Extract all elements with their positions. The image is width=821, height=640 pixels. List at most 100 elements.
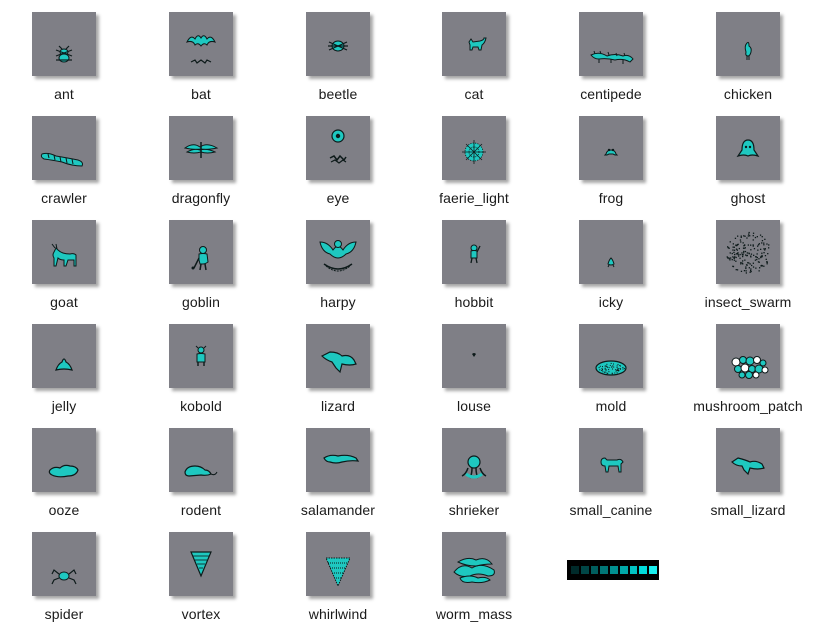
sprite-tile[interactable]: kobold bbox=[137, 312, 273, 416]
kobold-icon bbox=[169, 324, 233, 388]
sprite-label: chicken bbox=[723, 86, 773, 102]
sprite-label: ooze bbox=[48, 502, 80, 518]
sprite-tile[interactable]: ant bbox=[0, 0, 136, 104]
whirlwind-icon bbox=[306, 532, 370, 596]
sprite-tile[interactable]: goblin bbox=[137, 208, 273, 312]
sprite-label: icky bbox=[598, 294, 624, 310]
sprite-label: cat bbox=[464, 86, 484, 102]
sprite-tile[interactable]: ooze bbox=[0, 416, 136, 520]
sprite-tile[interactable]: chicken bbox=[684, 0, 820, 104]
sprite-tile[interactable]: small_lizard bbox=[684, 416, 820, 520]
sprite-tile[interactable]: small_canine bbox=[547, 416, 683, 520]
sprite-label: beetle bbox=[318, 86, 358, 102]
sprite-label: jelly bbox=[51, 398, 77, 414]
eye-icon bbox=[306, 116, 370, 180]
sprite-label: whirlwind bbox=[308, 606, 368, 622]
palette-swatch bbox=[629, 566, 638, 574]
small-lizard-icon bbox=[716, 428, 780, 492]
sprite-label: spider bbox=[44, 606, 84, 622]
sprite-tile[interactable]: faerie_light bbox=[410, 104, 546, 208]
sprite-label: harpy bbox=[320, 294, 356, 310]
sprite-tile[interactable]: cat bbox=[410, 0, 546, 104]
chicken-icon bbox=[716, 12, 780, 76]
sprite-tile[interactable]: centipede bbox=[547, 0, 683, 104]
sprite-tile[interactable]: insect_swarm bbox=[684, 208, 820, 312]
insect-swarm-icon bbox=[716, 220, 780, 284]
sprite-tile[interactable]: salamander bbox=[274, 416, 410, 520]
sprite-label: salamander bbox=[300, 502, 376, 518]
cat-icon bbox=[442, 12, 506, 76]
sprite-label: bat bbox=[191, 86, 211, 102]
sprite-tile[interactable]: frog bbox=[547, 104, 683, 208]
sprite-tile[interactable]: rodent bbox=[137, 416, 273, 520]
sprite-label: ghost bbox=[730, 190, 766, 206]
sprite-label: frog bbox=[598, 190, 624, 206]
palette-swatch bbox=[619, 566, 628, 574]
sprite-label: louse bbox=[457, 398, 491, 414]
centipede-icon bbox=[579, 12, 643, 76]
sprite-label: insect_swarm bbox=[704, 294, 792, 310]
goblin-icon bbox=[169, 220, 233, 284]
sprite-tile[interactable]: crawler bbox=[0, 104, 136, 208]
sprite-tile[interactable]: worm_mass bbox=[410, 520, 546, 624]
dragonfly-icon bbox=[169, 116, 233, 180]
sprite-tile[interactable]: whirlwind bbox=[274, 520, 410, 624]
goat-icon bbox=[32, 220, 96, 284]
sprite-tile[interactable]: jelly bbox=[0, 312, 136, 416]
sprite-label: small_canine bbox=[569, 502, 653, 518]
palette-strip bbox=[567, 560, 659, 580]
small-canine-icon bbox=[579, 428, 643, 492]
ant-icon bbox=[32, 12, 96, 76]
sprite-tile[interactable]: icky bbox=[547, 208, 683, 312]
sprite-tile[interactable]: dragonfly bbox=[137, 104, 273, 208]
worm-mass-icon bbox=[442, 532, 506, 596]
sprite-tile[interactable]: hobbit bbox=[410, 208, 546, 312]
vortex-icon bbox=[169, 532, 233, 596]
palette-swatch bbox=[639, 566, 648, 574]
sprite-label: worm_mass bbox=[435, 606, 513, 622]
sprite-tile[interactable]: louse bbox=[410, 312, 546, 416]
sprite-tile[interactable]: vortex bbox=[137, 520, 273, 624]
sprite-tile[interactable]: mushroom_patch bbox=[684, 312, 820, 416]
sprite-label: hobbit bbox=[454, 294, 494, 310]
sprite-label: mold bbox=[595, 398, 627, 414]
sprite-label: lizard bbox=[320, 398, 356, 414]
frog-icon bbox=[579, 116, 643, 180]
sprite-label: small_lizard bbox=[710, 502, 786, 518]
sprite-tile[interactable]: goat bbox=[0, 208, 136, 312]
sprite-label: goblin bbox=[182, 294, 220, 310]
sprite-tile[interactable]: eye bbox=[274, 104, 410, 208]
faerie-light-icon bbox=[442, 116, 506, 180]
sprite-label: rodent bbox=[180, 502, 222, 518]
sprite-label: shrieker bbox=[448, 502, 500, 518]
spider-icon bbox=[32, 532, 96, 596]
sprite-label: ant bbox=[54, 86, 74, 102]
sprite-tile[interactable]: beetle bbox=[274, 0, 410, 104]
sprite-tile[interactable]: bat bbox=[137, 0, 273, 104]
palette-swatch bbox=[580, 566, 589, 574]
icky-icon bbox=[579, 220, 643, 284]
sprite-label: mushroom_patch bbox=[693, 398, 803, 414]
palette-swatch bbox=[649, 566, 658, 574]
sprite-label: centipede bbox=[580, 86, 642, 102]
sprite-label: kobold bbox=[180, 398, 222, 414]
sprite-tile[interactable]: ghost bbox=[684, 104, 820, 208]
sprite-label: eye bbox=[326, 190, 350, 206]
crawler-icon bbox=[32, 116, 96, 180]
mushroom-patch-icon bbox=[716, 324, 780, 388]
shrieker-icon bbox=[442, 428, 506, 492]
beetle-icon bbox=[306, 12, 370, 76]
sprite-tile[interactable]: spider bbox=[0, 520, 136, 624]
sprite-label: goat bbox=[50, 294, 78, 310]
bat-icon bbox=[169, 12, 233, 76]
sprite-label: dragonfly bbox=[171, 190, 231, 206]
sprite-tile[interactable]: mold bbox=[547, 312, 683, 416]
salamander-icon bbox=[306, 428, 370, 492]
lizard-icon bbox=[306, 324, 370, 388]
sprite-tile[interactable]: shrieker bbox=[410, 416, 546, 520]
harpy-icon bbox=[306, 220, 370, 284]
sprite-tile[interactable]: lizard bbox=[274, 312, 410, 416]
palette-swatch bbox=[600, 566, 609, 574]
sprite-tile[interactable]: harpy bbox=[274, 208, 410, 312]
hobbit-icon bbox=[442, 220, 506, 284]
